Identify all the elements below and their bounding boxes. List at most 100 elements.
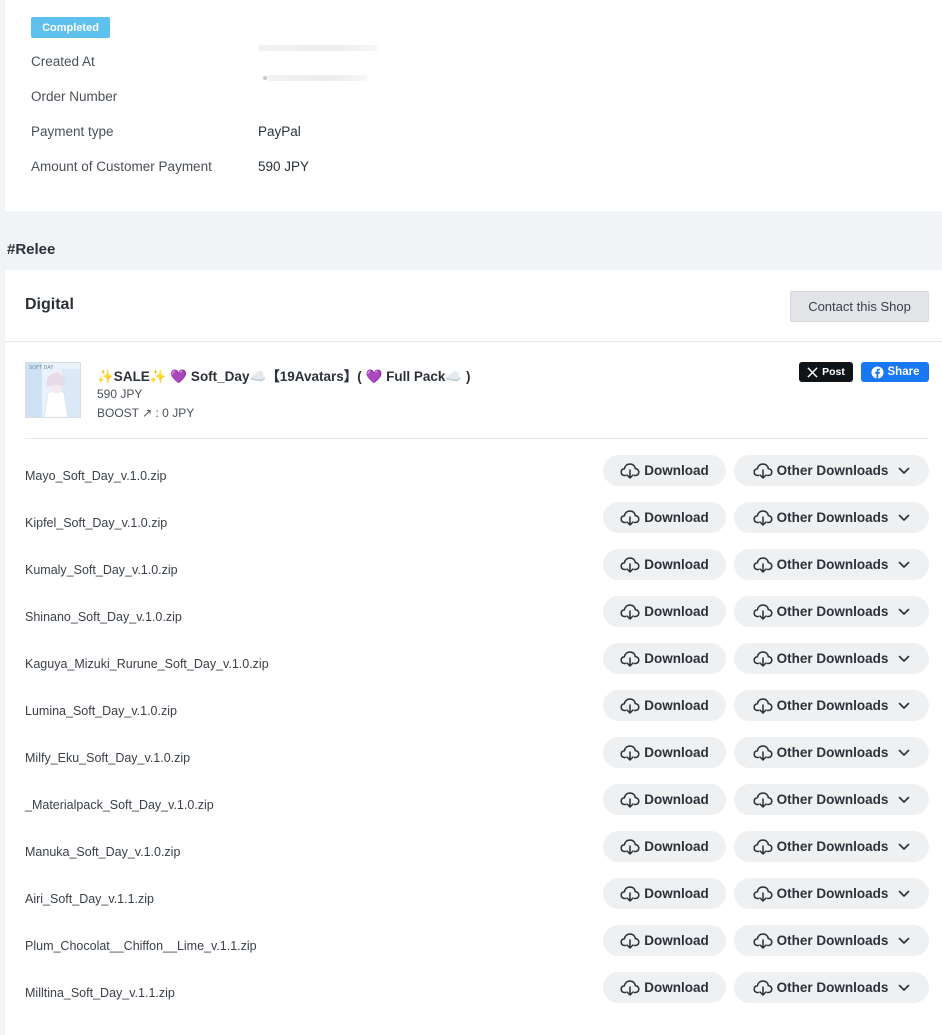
file-name: Milltina_Soft_Day_v.1.1.zip <box>25 986 175 1000</box>
x-post-label: Post <box>822 366 845 378</box>
cloud-download-icon <box>620 650 640 668</box>
cloud-download-icon <box>620 462 640 480</box>
other-downloads-button[interactable]: Other Downloads <box>734 784 929 815</box>
payment-type-value: PayPal <box>258 124 301 139</box>
file-name: Kipfel_Soft_Day_v.1.0.zip <box>25 516 168 530</box>
cloud-download-icon <box>620 603 640 621</box>
other-downloads-button[interactable]: Other Downloads <box>734 737 929 768</box>
other-downloads-label: Other Downloads <box>776 886 889 901</box>
cloud-download-icon <box>620 744 640 762</box>
divider <box>25 438 929 439</box>
file-row: Kumaly_Soft_Day_v.1.0.zip Download Other… <box>5 548 942 595</box>
chevron-down-icon <box>898 608 910 616</box>
download-label: Download <box>644 698 709 713</box>
other-downloads-label: Other Downloads <box>776 839 889 854</box>
order-number-label: Order Number <box>31 89 118 104</box>
other-downloads-button[interactable]: Other Downloads <box>734 690 929 721</box>
download-label: Download <box>644 745 709 760</box>
download-button[interactable]: Download <box>603 925 726 956</box>
cloud-download-icon <box>753 603 773 621</box>
cloud-download-icon <box>753 462 773 480</box>
shop-name[interactable]: #Relee <box>7 241 55 258</box>
cloud-download-icon <box>753 556 773 574</box>
download-label: Download <box>644 886 709 901</box>
other-downloads-label: Other Downloads <box>776 698 889 713</box>
other-downloads-button[interactable]: Other Downloads <box>734 549 929 580</box>
other-downloads-label: Other Downloads <box>776 792 889 807</box>
other-downloads-button[interactable]: Other Downloads <box>734 502 929 533</box>
chevron-down-icon <box>898 796 910 804</box>
order-info-card: Completed Created At Order Number Paymen… <box>5 0 942 211</box>
other-downloads-button[interactable]: Other Downloads <box>734 925 929 956</box>
download-button[interactable]: Download <box>603 549 726 580</box>
chevron-down-icon <box>898 655 910 663</box>
file-row: Shinano_Soft_Day_v.1.0.zip Download Othe… <box>5 595 942 642</box>
digital-order-card: Digital Contact this Shop SOFT DAY ✨SALE… <box>5 270 942 1035</box>
file-name: Lumina_Soft_Day_v.1.0.zip <box>25 704 177 718</box>
chevron-down-icon <box>898 702 910 710</box>
download-button[interactable]: Download <box>603 643 726 674</box>
created-at-label: Created At <box>31 54 95 69</box>
chevron-down-icon <box>898 984 910 992</box>
product-boost: BOOST ↗ : 0 JPY <box>97 406 195 420</box>
divider <box>5 341 942 342</box>
other-downloads-button[interactable]: Other Downloads <box>734 455 929 486</box>
download-label: Download <box>644 792 709 807</box>
cloud-download-icon <box>620 697 640 715</box>
file-row: Mayo_Soft_Day_v.1.0.zip Download Other D… <box>5 454 942 501</box>
redacted-order-dot <box>263 76 267 80</box>
download-button[interactable]: Download <box>603 831 726 862</box>
other-downloads-button[interactable]: Other Downloads <box>734 878 929 909</box>
download-button[interactable]: Download <box>603 972 726 1003</box>
amount-value: 590 JPY <box>258 159 310 174</box>
facebook-share-button[interactable]: Share <box>861 362 929 382</box>
file-name: _Materialpack_Soft_Day_v.1.0.zip <box>25 798 214 812</box>
download-button[interactable]: Download <box>603 502 726 533</box>
amount-label: Amount of Customer Payment <box>31 159 212 174</box>
chevron-down-icon <box>898 561 910 569</box>
file-name: Manuka_Soft_Day_v.1.0.zip <box>25 845 181 859</box>
download-button[interactable]: Download <box>603 784 726 815</box>
download-button[interactable]: Download <box>603 737 726 768</box>
file-row: Kipfel_Soft_Day_v.1.0.zip Download Other… <box>5 501 942 548</box>
file-row: _Materialpack_Soft_Day_v.1.0.zip Downloa… <box>5 783 942 830</box>
file-name: Plum_Chocolat__Chiffon__Lime_v.1.1.zip <box>25 939 257 953</box>
other-downloads-button[interactable]: Other Downloads <box>734 831 929 862</box>
other-downloads-label: Other Downloads <box>776 510 889 525</box>
other-downloads-label: Other Downloads <box>776 604 889 619</box>
cloud-download-icon <box>620 838 640 856</box>
cloud-download-icon <box>620 556 640 574</box>
file-name: Kaguya_Mizuki_Rurune_Soft_Day_v.1.0.zip <box>25 657 269 671</box>
cloud-download-icon <box>753 509 773 527</box>
cloud-download-icon <box>753 791 773 809</box>
other-downloads-label: Other Downloads <box>776 557 889 572</box>
download-label: Download <box>644 839 709 854</box>
facebook-icon <box>870 365 884 379</box>
redacted-order-number <box>267 75 367 81</box>
chevron-down-icon <box>898 890 910 898</box>
file-row: Milltina_Soft_Day_v.1.1.zip Download Oth… <box>5 971 942 1018</box>
download-button[interactable]: Download <box>603 596 726 627</box>
product-title[interactable]: ✨SALE✨ 💜 Soft_Day☁️【19Avatars】( 💜 Full P… <box>97 365 470 385</box>
contact-shop-button[interactable]: Contact this Shop <box>790 291 929 322</box>
download-label: Download <box>644 463 709 478</box>
download-button[interactable]: Download <box>603 455 726 486</box>
other-downloads-button[interactable]: Other Downloads <box>734 596 929 627</box>
download-button[interactable]: Download <box>603 878 726 909</box>
cloud-download-icon <box>753 932 773 950</box>
product-price: 590 JPY <box>97 387 143 401</box>
cloud-download-icon <box>753 650 773 668</box>
download-label: Download <box>644 557 709 572</box>
x-post-button[interactable]: Post <box>799 362 853 382</box>
cloud-download-icon <box>753 838 773 856</box>
other-downloads-label: Other Downloads <box>776 933 889 948</box>
download-label: Download <box>644 933 709 948</box>
download-label: Download <box>644 510 709 525</box>
product-thumbnail[interactable]: SOFT DAY <box>25 362 81 418</box>
cloud-download-icon <box>620 979 640 997</box>
other-downloads-button[interactable]: Other Downloads <box>734 972 929 1003</box>
other-downloads-label: Other Downloads <box>776 651 889 666</box>
file-row: Kaguya_Mizuki_Rurune_Soft_Day_v.1.0.zip … <box>5 642 942 689</box>
other-downloads-button[interactable]: Other Downloads <box>734 643 929 674</box>
download-button[interactable]: Download <box>603 690 726 721</box>
